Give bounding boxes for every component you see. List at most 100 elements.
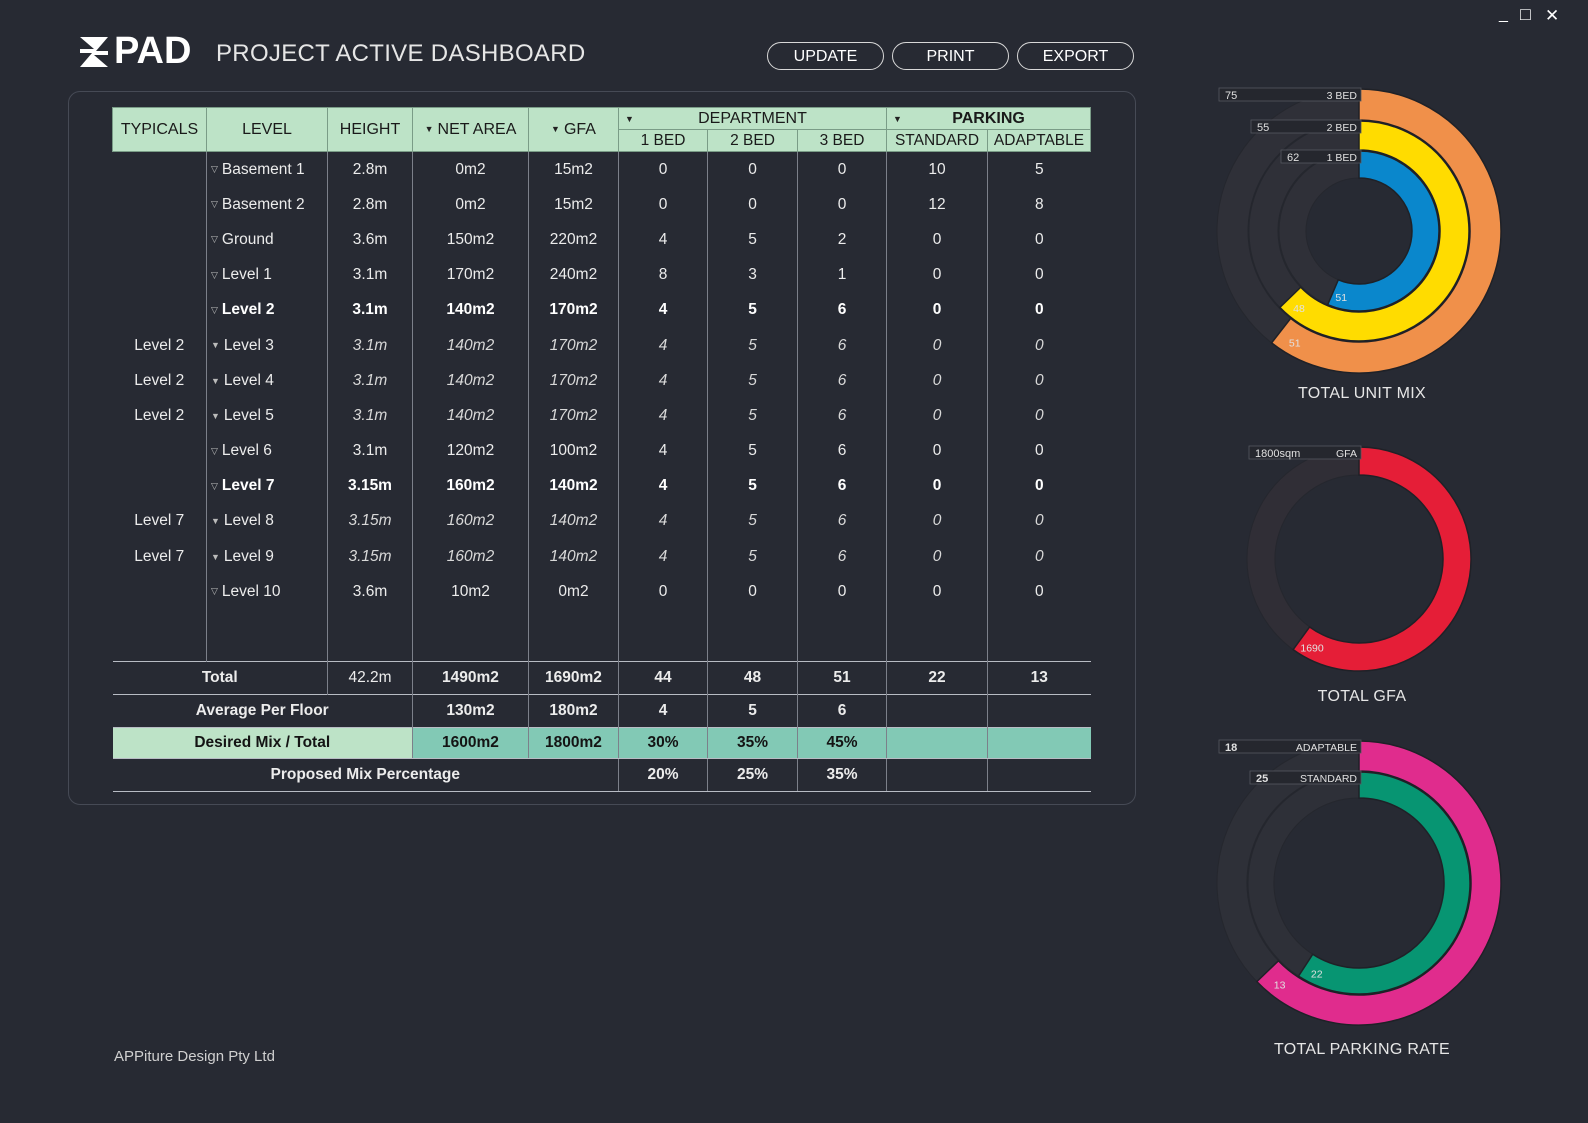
adaptable-cell[interactable]: 0	[987, 222, 1091, 258]
minimize-icon[interactable]: _	[1499, 6, 1508, 24]
typical-cell[interactable]: Level 2	[113, 363, 207, 398]
typical-cell[interactable]: Level 7	[113, 504, 207, 539]
net-area-cell[interactable]: 170m2	[412, 257, 529, 293]
adaptable-cell[interactable]: 0	[987, 398, 1091, 434]
standard-cell[interactable]: 0	[886, 468, 988, 504]
bed3-cell[interactable]: 6	[796, 363, 887, 399]
gfa-cell[interactable]: 170m2	[528, 327, 619, 364]
gfa-cell[interactable]: 100m2	[528, 433, 619, 469]
gfa-cell[interactable]: 170m2	[528, 292, 619, 328]
group-department[interactable]: ▼ DEPARTMENT	[617, 107, 888, 130]
table-row[interactable]: ▽ Level 2 3.1m 140m2 170m2 4 5 6 0 0	[113, 292, 1091, 328]
gfa-cell[interactable]: 170m2	[528, 363, 619, 399]
bed1-cell[interactable]: 4	[618, 468, 708, 504]
bed1-cell[interactable]: 4	[618, 363, 708, 399]
table-row[interactable]: ▽ Level 10 3.6m 10m2 0m2 0 0 0 0 0	[113, 574, 1091, 610]
net-area-cell[interactable]: 160m2	[412, 539, 529, 575]
bed3-cell[interactable]: 6	[796, 539, 887, 575]
net-area-cell[interactable]: 10m2	[412, 574, 529, 610]
typical-cell[interactable]	[113, 152, 207, 188]
bed2-cell[interactable]: 5	[707, 222, 798, 258]
standard-cell[interactable]: 0	[886, 327, 988, 364]
net-area-cell[interactable]: 150m2	[412, 222, 529, 258]
bed1-cell[interactable]: 4	[618, 398, 708, 434]
bed2-cell[interactable]: 5	[707, 468, 798, 504]
level-dropdown-icon[interactable]: ▼	[211, 411, 220, 421]
gfa-cell[interactable]: 240m2	[528, 257, 619, 293]
desired-1-bed[interactable]: 30%	[618, 727, 708, 760]
standard-cell[interactable]: 0	[886, 257, 988, 293]
bed2-cell[interactable]: 5	[707, 327, 798, 364]
bed3-cell[interactable]: 0	[796, 574, 887, 610]
height-cell[interactable]: 2.8m	[327, 151, 413, 188]
desired-3-bed[interactable]: 45%	[796, 727, 887, 760]
typical-cell[interactable]	[113, 293, 207, 328]
col-gfa[interactable]: ▼ GFA	[528, 107, 619, 152]
desired-gfa[interactable]: 1800m2	[528, 727, 619, 760]
table-row[interactable]: ▽ Basement 2 2.8m 0m2 15m2 0 0 0 12 8	[113, 187, 1091, 223]
standard-cell[interactable]: 0	[886, 539, 988, 575]
level-dropdown-icon[interactable]: ▽	[211, 586, 218, 597]
height-cell[interactable]: 3.1m	[327, 257, 413, 293]
bed1-cell[interactable]: 0	[618, 574, 708, 610]
bed1-cell[interactable]: 4	[618, 292, 708, 328]
adaptable-cell[interactable]: 0	[987, 539, 1091, 575]
level-dropdown-icon[interactable]: ▽	[211, 446, 218, 457]
table-row[interactable]: Level 7 ▼ Level 9 3.15m 160m2 140m2 4 5 6 0 0	[113, 539, 1091, 575]
adaptable-cell[interactable]: 8	[987, 187, 1091, 223]
bed2-cell[interactable]: 0	[707, 151, 798, 188]
level-dropdown-icon[interactable]: ▼	[211, 376, 220, 386]
bed1-cell[interactable]: 4	[618, 222, 708, 258]
bed1-cell[interactable]: 4	[618, 327, 708, 364]
level-cell[interactable]: ▽ Basement 2	[206, 187, 328, 223]
table-row[interactable]: ▽ Level 7 3.15m 160m2 140m2 4 5 6 0 0	[113, 468, 1091, 504]
typical-cell[interactable]: Level 2	[113, 328, 207, 363]
height-cell[interactable]: 2.8m	[327, 187, 413, 223]
adaptable-cell[interactable]: 0	[987, 363, 1091, 399]
desired-mix-row[interactable]: Desired Mix / Total 1600m2 1800m2 30% 35…	[112, 727, 1091, 760]
typical-cell[interactable]	[113, 469, 207, 504]
level-cell[interactable]: ▽ Level 10	[206, 574, 328, 610]
net-area-cell[interactable]: 160m2	[412, 503, 529, 540]
level-cell[interactable]: ▽ Basement 1	[206, 151, 328, 188]
standard-cell[interactable]: 0	[886, 433, 988, 469]
standard-cell[interactable]: 0	[886, 574, 988, 610]
bed3-cell[interactable]: 0	[796, 187, 887, 223]
level-cell[interactable]: ▼ Level 3	[206, 327, 328, 364]
desired-2-bed[interactable]: 35%	[707, 727, 798, 760]
gfa-cell[interactable]: 220m2	[528, 222, 619, 258]
net-area-cell[interactable]: 140m2	[412, 327, 529, 364]
net-area-cell[interactable]: 160m2	[412, 468, 529, 504]
height-cell[interactable]: 3.15m	[327, 468, 413, 504]
standard-cell[interactable]: 10	[886, 151, 988, 188]
level-cell[interactable]: ▽ Level 1	[206, 257, 328, 293]
height-cell[interactable]: 3.15m	[327, 503, 413, 540]
level-cell[interactable]: ▼ Level 9	[206, 539, 328, 575]
table-row[interactable]: ▽ Level 6 3.1m 120m2 100m2 4 5 6 0 0	[113, 433, 1091, 469]
bed3-cell[interactable]: 1	[796, 257, 887, 293]
sort-arrow-icon[interactable]: ▼	[425, 124, 434, 134]
sort-arrow-icon[interactable]: ▼	[551, 124, 560, 134]
net-area-cell[interactable]: 120m2	[412, 433, 529, 469]
bed2-cell[interactable]: 5	[707, 398, 798, 434]
height-cell[interactable]: 3.6m	[327, 222, 413, 258]
bed1-cell[interactable]: 0	[618, 187, 708, 223]
level-dropdown-icon[interactable]: ▼	[211, 552, 220, 562]
bed1-cell[interactable]: 8	[618, 257, 708, 293]
bed2-cell[interactable]: 5	[707, 363, 798, 399]
standard-cell[interactable]: 0	[886, 292, 988, 328]
level-dropdown-icon[interactable]: ▼	[211, 516, 220, 526]
standard-cell[interactable]: 0	[886, 363, 988, 399]
gfa-cell[interactable]: 140m2	[528, 468, 619, 504]
expand-arrow-icon[interactable]: ▼	[625, 114, 634, 124]
gfa-cell[interactable]: 15m2	[528, 151, 619, 188]
adaptable-cell[interactable]: 5	[987, 151, 1091, 188]
level-dropdown-icon[interactable]: ▼	[211, 340, 220, 350]
typical-cell[interactable]	[113, 258, 207, 293]
bed3-cell[interactable]: 6	[796, 433, 887, 469]
table-row[interactable]: Level 2 ▼ Level 4 3.1m 140m2 170m2 4 5 6 0 0	[113, 363, 1091, 399]
col-net-area[interactable]: ▼ NET AREA	[412, 107, 529, 152]
bed1-cell[interactable]: 4	[618, 539, 708, 575]
level-cell[interactable]: ▽ Level 7	[206, 468, 328, 504]
typical-cell[interactable]	[113, 574, 207, 609]
